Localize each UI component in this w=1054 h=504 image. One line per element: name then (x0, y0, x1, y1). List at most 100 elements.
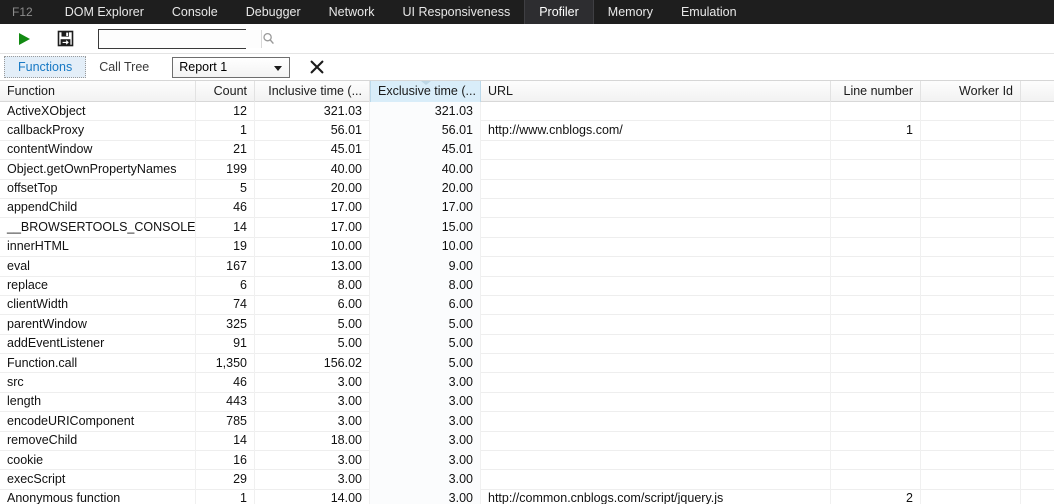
cell-function: execScript (0, 469, 196, 490)
cell-worker (921, 372, 1021, 393)
column-header-function[interactable]: Function (0, 80, 196, 102)
cell-worker (921, 276, 1021, 296)
cell-function: removeChild (0, 431, 196, 451)
chevron-down-icon (274, 65, 283, 71)
cell-worker (921, 159, 1021, 180)
cell-function: addEventListener (0, 334, 196, 354)
f12-shortcut-label: F12 (12, 5, 33, 19)
search-button[interactable] (261, 29, 275, 48)
cell-function: replace (0, 276, 196, 296)
table-row[interactable]: execScript 29 3.00 3.00 (0, 469, 1054, 490)
cell-function: parentWindow (0, 314, 196, 335)
cell-worker (921, 179, 1021, 199)
column-header-label: Exclusive time (... (378, 83, 476, 98)
cell-inclusive: 3.00 (255, 450, 370, 470)
table-row[interactable]: Anonymous function 1 14.00 3.00 http://commo… (0, 489, 1054, 504)
table-row[interactable]: addEventListener 91 5.00 5.00 (0, 334, 1054, 355)
table-row[interactable]: eval 167 13.00 9.00 (0, 256, 1054, 277)
column-header-url[interactable]: URL (481, 80, 831, 102)
cell-line: 2 (831, 489, 921, 504)
table-row[interactable]: src 46 3.00 3.00 (0, 372, 1054, 393)
cell-worker (921, 198, 1021, 218)
cell-url (481, 179, 831, 199)
devtools-tab-network[interactable]: Network (315, 0, 389, 24)
column-header-label: Worker Id (959, 83, 1013, 98)
cell-url (481, 198, 831, 218)
cell-inclusive: 14.00 (255, 489, 370, 504)
cell-worker (921, 489, 1021, 504)
cell-url (481, 217, 831, 238)
cell-function: src (0, 372, 196, 393)
column-header-worker[interactable]: Worker Id (921, 80, 1021, 102)
cell-inclusive: 3.00 (255, 469, 370, 490)
cell-count: 5 (196, 179, 255, 199)
cell-exclusive: 56.01 (370, 120, 481, 141)
cell-url (481, 372, 831, 393)
cell-count: 6 (196, 276, 255, 296)
close-icon (310, 60, 324, 74)
table-row[interactable]: Function.call 1,350 156.02 5.00 (0, 353, 1054, 374)
table-row[interactable]: parentWindow 325 5.00 5.00 (0, 314, 1054, 335)
cell-exclusive: 20.00 (370, 179, 481, 199)
cell-count: 1 (196, 120, 255, 141)
cell-count: 785 (196, 411, 255, 432)
cell-function: contentWindow (0, 140, 196, 160)
table-row[interactable]: length 443 3.00 3.00 (0, 392, 1054, 413)
cell-count: 91 (196, 334, 255, 354)
devtools-tab-console[interactable]: Console (158, 0, 232, 24)
cell-line (831, 295, 921, 315)
devtools-tab-dom-explorer[interactable]: DOM Explorer (51, 0, 158, 24)
table-row[interactable]: innerHTML 19 10.00 10.00 (0, 237, 1054, 258)
table-row[interactable]: offsetTop 5 20.00 20.00 (0, 179, 1054, 199)
cell-count: 21 (196, 140, 255, 160)
grid-header-row: Function Count Inclusive time (... Exclusiv… (0, 80, 1054, 102)
devtools-tab-ui-responsiveness[interactable]: UI Responsiveness (389, 0, 525, 24)
view-tab-functions[interactable]: Functions (4, 56, 87, 78)
cell-worker (921, 295, 1021, 315)
cell-inclusive: 20.00 (255, 179, 370, 199)
cell-exclusive: 15.00 (370, 217, 481, 238)
table-row[interactable]: appendChild 46 17.00 17.00 (0, 198, 1054, 219)
cell-url (481, 469, 831, 490)
table-row[interactable]: contentWindow 21 45.01 45.01 (0, 140, 1054, 161)
table-row[interactable]: removeChild 14 18.00 3.00 (0, 431, 1054, 452)
search-input[interactable] (99, 29, 261, 48)
cell-url (481, 392, 831, 412)
table-row[interactable]: Object.getOwnPropertyNames 199 40.00 40.00 (0, 159, 1054, 180)
save-report-button[interactable] (51, 27, 79, 51)
cell-url (481, 334, 831, 354)
column-header-exclusive[interactable]: Exclusive time (... (370, 80, 481, 102)
cell-inclusive: 18.00 (255, 431, 370, 451)
profiler-grid: Function Count Inclusive time (... Exclusiv… (0, 80, 1054, 504)
devtools-tab-debugger[interactable]: Debugger (232, 0, 315, 24)
search-icon (263, 32, 274, 45)
search-box[interactable] (98, 28, 275, 49)
close-report-button[interactable] (306, 56, 328, 78)
table-row[interactable]: callbackProxy 1 56.01 56.01 http://www.cnblo… (0, 120, 1054, 141)
table-row[interactable]: cookie 16 3.00 3.00 (0, 450, 1054, 471)
column-header-line[interactable]: Line number (831, 80, 921, 102)
column-header-count[interactable]: Count (196, 80, 255, 102)
table-row[interactable]: encodeURIComponent 785 3.00 3.00 (0, 411, 1054, 432)
save-icon (57, 30, 73, 47)
cell-exclusive: 8.00 (370, 276, 481, 296)
column-header-inclusive[interactable]: Inclusive time (... (255, 80, 370, 102)
cell-line (831, 140, 921, 160)
view-tab-call-tree[interactable]: Call Tree (86, 56, 162, 78)
table-row[interactable]: ActiveXObject 12 321.03 321.03 (0, 101, 1054, 122)
cell-count: 74 (196, 295, 255, 315)
table-row[interactable]: clientWidth 74 6.00 6.00 (0, 295, 1054, 316)
cell-function: innerHTML (0, 237, 196, 257)
devtools-tab-emulation[interactable]: Emulation (667, 0, 751, 24)
table-row[interactable]: replace 6 8.00 8.00 (0, 276, 1054, 296)
devtools-tab-profiler[interactable]: Profiler (524, 0, 594, 24)
devtools-tab-memory[interactable]: Memory (594, 0, 667, 24)
start-profiling-button[interactable] (10, 27, 38, 51)
report-select[interactable]: Report 1 (172, 56, 291, 78)
table-row[interactable]: __BROWSERTOOLS_CONSOLE_SAF...1417.0015.0… (0, 217, 1054, 238)
cell-line (831, 217, 921, 238)
cell-line (831, 101, 921, 121)
cell-worker (921, 392, 1021, 412)
cell-count: 1 (196, 489, 255, 504)
cell-function: length (0, 392, 196, 412)
